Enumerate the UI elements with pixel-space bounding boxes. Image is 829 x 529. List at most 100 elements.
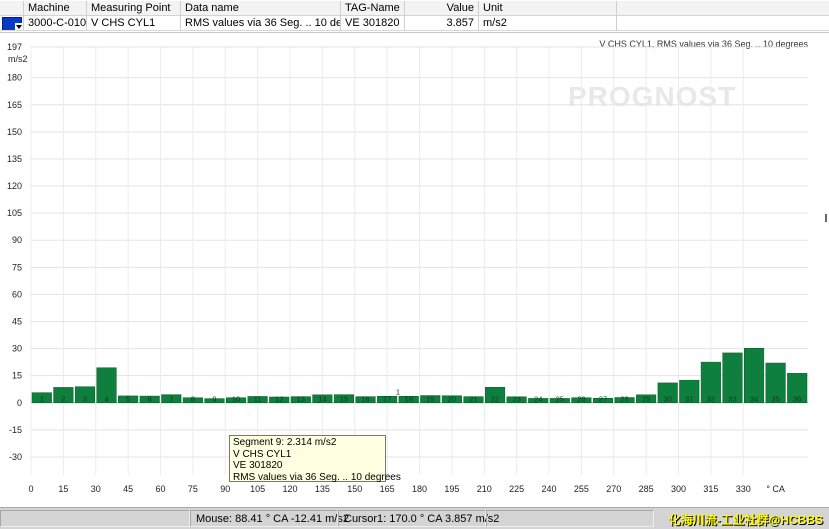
measurement-table: Machine Measuring Point Data name TAG-Na… — [0, 0, 829, 33]
cell-tag-name: VE 301820 — [341, 16, 405, 31]
y-tick-label: -15 — [9, 425, 22, 435]
app-window: Machine Measuring Point Data name TAG-Na… — [0, 0, 829, 529]
header-measuring-point[interactable]: Measuring Point — [87, 1, 181, 16]
bar-label: 9 — [212, 394, 216, 403]
x-tick-label: 60 — [155, 484, 165, 494]
x-tick-label: 180 — [412, 484, 427, 494]
y-tick-label: 75 — [12, 262, 22, 272]
x-tick-label: 240 — [541, 484, 556, 494]
x-tick-label: 330 — [736, 484, 751, 494]
color-select-box[interactable] — [2, 17, 23, 30]
bar-label: 16 — [361, 394, 369, 403]
status-bar: Mouse: 88.41 ° CA -12.41 m/s2 Cursor1: 1… — [0, 507, 829, 529]
segment-tooltip: Segment 9: 2.314 m/s2 V CHS CYL1 VE 3018… — [229, 435, 401, 483]
tooltip-tag-name: VE 301820 — [233, 460, 283, 471]
bar-label: 10 — [232, 394, 240, 403]
y-tick-label: 150 — [7, 127, 22, 137]
cell-unit: m/s2 — [479, 16, 617, 31]
bar-label: 23 — [512, 394, 520, 403]
y-tick-label: 135 — [7, 154, 22, 164]
bar-label: 32 — [707, 394, 715, 403]
header-data-name[interactable]: Data name — [181, 1, 341, 16]
x-tick-label: 90 — [220, 484, 230, 494]
x-tick-label: 225 — [509, 484, 524, 494]
bar-label: 29 — [642, 394, 650, 403]
y-tick-label: 45 — [12, 316, 22, 326]
header-unit[interactable]: Unit — [479, 1, 617, 16]
chevron-down-icon[interactable] — [15, 23, 23, 30]
x-tick-label: 30 — [91, 484, 101, 494]
bar-label: 28 — [620, 394, 628, 403]
bar-label: 14 — [318, 394, 326, 403]
bar-label: 13 — [297, 394, 305, 403]
bar-label: 19 — [426, 394, 434, 403]
bar-label: 24 — [534, 394, 542, 403]
y-tick-label: 15 — [12, 371, 22, 381]
bar-label: 30 — [664, 394, 672, 403]
cell-data-name: RMS values via 36 Seg. .. 10 degrees — [181, 16, 341, 31]
bar-chart[interactable]: V CHS CYL1, RMS values via 36 Seg. .. 10… — [0, 35, 829, 507]
y-tick-label: 165 — [7, 100, 22, 110]
x-tick-label: 0 — [28, 484, 33, 494]
bar-label: 31 — [685, 394, 693, 403]
cell-filler — [617, 16, 829, 31]
x-tick-label: 150 — [347, 484, 362, 494]
bar-label: 36 — [793, 394, 801, 403]
y-tick-label: -30 — [9, 452, 22, 462]
cursor-marker-label: 1 — [396, 387, 400, 396]
bar-label: 4 — [104, 394, 108, 403]
x-tick-label: 120 — [282, 484, 297, 494]
bar-label: 33 — [728, 394, 736, 403]
chart-area[interactable]: PROGNOST V CHS CYL1, RMS values via 36 S… — [0, 35, 829, 507]
bar-label: 25 — [556, 394, 564, 403]
x-tick-label: 135 — [315, 484, 330, 494]
y-tick-label: 105 — [7, 208, 22, 218]
y-tick-label: 120 — [7, 181, 22, 191]
tooltip-segment-value: Segment 9: 2.314 m/s2 — [233, 437, 337, 448]
status-empty — [0, 510, 190, 527]
x-tick-label: 105 — [250, 484, 265, 494]
bar-label: 2 — [61, 394, 65, 403]
bar-label: 17 — [383, 394, 391, 403]
y-tick-label: 180 — [7, 73, 22, 83]
x-tick-label: 270 — [606, 484, 621, 494]
x-tick-label: 45 — [123, 484, 133, 494]
y-tick-label: 0 — [17, 398, 22, 408]
bar-label: 1 — [40, 394, 44, 403]
header-value[interactable]: Value — [405, 1, 479, 16]
status-cursor: Cursor1: 170.0 ° CA 3.857 m/s2 — [338, 510, 499, 527]
y-tick-label: 60 — [12, 289, 22, 299]
x-tick-label: 255 — [574, 484, 589, 494]
bar-label: 26 — [577, 394, 585, 403]
x-tick-label: 300 — [671, 484, 686, 494]
header-tag-name[interactable]: TAG-Name — [341, 1, 405, 16]
bar-label: 34 — [750, 394, 758, 403]
bar-label: 22 — [491, 394, 499, 403]
footer-credit: 化海川流-工业社群@HCBBS — [668, 513, 823, 527]
cell-measuring-point: V CHS CYL1 — [87, 16, 181, 31]
status-empty-2 — [486, 510, 654, 527]
bar-label: 20 — [448, 394, 456, 403]
row-selector[interactable] — [0, 16, 24, 31]
x-unit-label: ° CA — [766, 484, 785, 494]
header-spacer — [0, 1, 24, 16]
header-filler — [617, 1, 829, 16]
x-tick-label: 210 — [477, 484, 492, 494]
y-unit-label: m/s2 — [8, 54, 28, 64]
y-tick-label: 197 — [7, 42, 22, 52]
cell-value: 3.857 — [405, 16, 479, 31]
bar-label: 11 — [254, 394, 262, 403]
status-mouse: Mouse: 88.41 ° CA -12.41 m/s2 — [190, 510, 349, 527]
x-tick-label: 15 — [58, 484, 68, 494]
tooltip-data-name: RMS values via 36 Seg. .. 10 degrees — [233, 471, 401, 483]
bar-label: 12 — [275, 394, 283, 403]
bar-label: 35 — [771, 394, 779, 403]
y-tick-label: 30 — [12, 344, 22, 354]
bar-label: 21 — [469, 394, 477, 403]
header-machine[interactable]: Machine — [24, 1, 87, 16]
cell-machine: 3000-C-0101 — [24, 16, 87, 31]
x-tick-label: 315 — [703, 484, 718, 494]
x-tick-label: 285 — [639, 484, 654, 494]
splitter-handle[interactable] — [825, 214, 827, 222]
bar-label: 15 — [340, 394, 348, 403]
